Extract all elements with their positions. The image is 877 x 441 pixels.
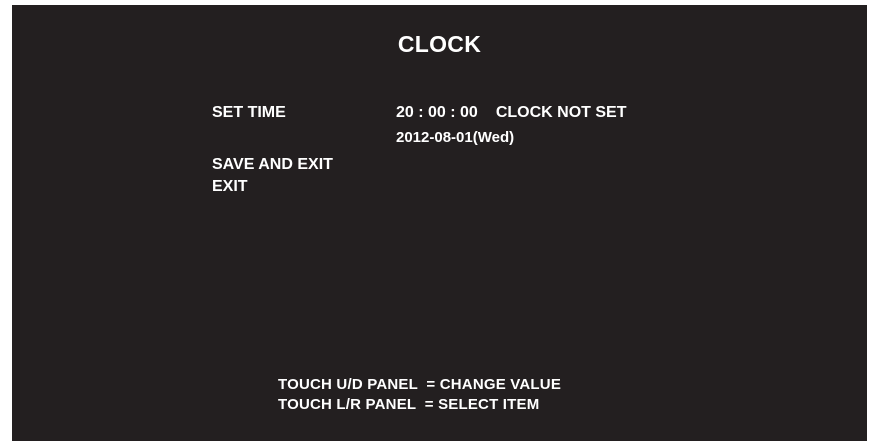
- instruction-change-value: TOUCH U/D PANEL = CHANGE VALUE: [278, 376, 562, 393]
- date-value[interactable]: 2012-08-01(Wed): [396, 129, 514, 146]
- set-time-menu-item[interactable]: SET TIME: [212, 104, 286, 122]
- exit-menu-item[interactable]: EXIT: [212, 178, 248, 196]
- page-title: CLOCK: [397, 31, 482, 57]
- clock-status: CLOCK NOT SET: [495, 104, 627, 121]
- clock-settings-screen: CLOCK SET TIME 20 : 00 : 00 CLOCK NOT SET…: [12, 5, 867, 441]
- save-and-exit-menu-item[interactable]: SAVE AND EXIT: [212, 156, 333, 174]
- time-value[interactable]: 20 : 00 : 00: [396, 104, 478, 121]
- instruction-select-item: TOUCH L/R PANEL = SELECT ITEM: [278, 396, 540, 413]
- time-value-row: 20 : 00 : 00 CLOCK NOT SET: [396, 104, 627, 122]
